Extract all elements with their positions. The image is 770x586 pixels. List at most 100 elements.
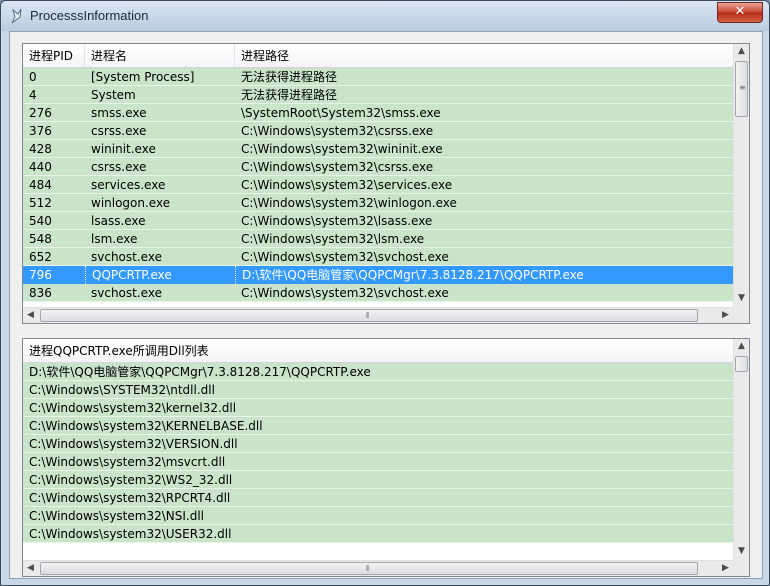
dll-row[interactable]: C:\Windows\system32\kernel32.dll: [23, 399, 734, 417]
hscroll-thumb[interactable]: ⦀: [40, 562, 698, 575]
dll-path-cell: C:\Windows\SYSTEM32\ntdll.dll: [29, 383, 215, 397]
process-list[interactable]: 进程PID 进程名 进程路径 0 [System Process] 无法获得进程路径…: [22, 43, 750, 324]
dll-list-header: 进程QQPCRTP.exe所调用Dll列表: [23, 339, 734, 363]
dll-path-cell: C:\Windows\system32\KERNELBASE.dll: [29, 419, 263, 433]
process-row[interactable]: 540 lsass.exe C:\Windows\system32\lsass.ex…: [23, 212, 734, 230]
app-window: ProcesssInformation ✕ 进程PID 进程名 进程路径 0 [S…: [0, 0, 770, 586]
vscroll-thumb[interactable]: [735, 356, 748, 372]
window-title: ProcesssInformation: [30, 8, 149, 23]
process-name-cell: services.exe: [91, 178, 166, 192]
column-header-pid[interactable]: 进程PID: [23, 44, 85, 67]
dll-path-cell: C:\Windows\system32\USER32.dll: [29, 527, 232, 541]
dll-rows: D:\软件\QQ电脑管家\QQPCMgr\7.3.8128.217\QQPCRT…: [23, 363, 734, 543]
thumb-grip-icon: ⦀: [366, 564, 370, 573]
process-path-cell: D:\软件\QQ电脑管家\QQPCMgr\7.3.8128.217\QQPCRT…: [235, 266, 734, 284]
process-pid-cell: 0: [29, 70, 37, 84]
process-row[interactable]: 652 svchost.exe C:\Windows\system32\svchos…: [23, 248, 734, 266]
process-row[interactable]: 512 winlogon.exe C:\Windows\system32\winlo…: [23, 194, 734, 212]
process-pid-cell: 548: [29, 232, 52, 246]
scroll-down-icon[interactable]: ▼: [734, 291, 749, 306]
process-pid-cell: 796: [29, 268, 52, 282]
process-row[interactable]: 4 System 无法获得进程路径: [23, 86, 734, 104]
dll-row[interactable]: C:\Windows\system32\KERNELBASE.dll: [23, 417, 734, 435]
scroll-up-icon[interactable]: ▲: [734, 339, 749, 354]
process-path-cell: C:\Windows\system32\svchost.exe: [241, 250, 449, 264]
dll-row[interactable]: C:\Windows\system32\VERSION.dll: [23, 435, 734, 453]
dll-path-cell: C:\Windows\system32\kernel32.dll: [29, 401, 237, 415]
process-row[interactable]: 484 services.exe C:\Windows\system32\servi…: [23, 176, 734, 194]
client-area: 进程PID 进程名 进程路径 0 [System Process] 无法获得进程路径…: [9, 31, 763, 579]
process-pid-cell: 836: [29, 286, 52, 300]
process-path-cell: C:\Windows\system32\svchost.exe: [241, 286, 449, 300]
process-list-vscrollbar[interactable]: ▲ ≡ ▼: [733, 44, 749, 308]
process-path-cell: C:\Windows\system32\csrss.exe: [241, 124, 434, 138]
process-row[interactable]: 276 smss.exe \SystemRoot\System32\smss.exe: [23, 104, 734, 122]
scroll-down-icon[interactable]: ▼: [734, 544, 749, 559]
process-name-cell: csrss.exe: [91, 160, 147, 174]
process-pid-cell: 540: [29, 214, 52, 228]
scroll-right-icon[interactable]: ▶: [718, 561, 733, 576]
process-row[interactable]: 0 [System Process] 无法获得进程路径: [23, 68, 734, 86]
thumb-grip-icon: ⦀: [366, 311, 370, 320]
process-path-cell: \SystemRoot\System32\smss.exe: [241, 106, 441, 120]
process-row[interactable]: 836 svchost.exe C:\Windows\system32\svchos…: [23, 284, 734, 302]
process-name-cell: lsass.exe: [91, 214, 146, 228]
hscroll-thumb[interactable]: ⦀: [40, 309, 698, 322]
process-list-hscrollbar[interactable]: ◀ ⦀ ▶: [23, 307, 734, 323]
process-path-cell: 无法获得进程路径: [241, 88, 338, 102]
process-path-cell: C:\Windows\system32\lsass.exe: [241, 214, 433, 228]
process-row[interactable]: 548 lsm.exe C:\Windows\system32\lsm.exe: [23, 230, 734, 248]
column-header-path[interactable]: 进程路径: [235, 44, 734, 67]
dll-path-cell: C:\Windows\system32\VERSION.dll: [29, 437, 238, 451]
process-path-cell: C:\Windows\system32\wininit.exe: [241, 142, 443, 156]
process-rows: 0 [System Process] 无法获得进程路径 4 System 无法获得进程路径…: [23, 68, 734, 302]
process-name-cell: csrss.exe: [91, 124, 147, 138]
dll-row[interactable]: C:\Windows\system32\RPCRT4.dll: [23, 489, 734, 507]
process-pid-cell: 652: [29, 250, 52, 264]
process-path-cell: C:\Windows\system32\lsm.exe: [241, 232, 425, 246]
title-bar[interactable]: ProcesssInformation ✕: [1, 1, 769, 31]
close-button[interactable]: ✕: [717, 2, 763, 23]
vscroll-thumb[interactable]: ≡: [735, 61, 748, 117]
process-row[interactable]: 428 wininit.exe C:\Windows\system32\winini…: [23, 140, 734, 158]
process-pid-cell: 512: [29, 196, 52, 210]
process-pid-cell: 276: [29, 106, 52, 120]
process-pid-cell: 376: [29, 124, 52, 138]
process-pid-cell: 4: [29, 88, 37, 102]
scroll-left-icon[interactable]: ◀: [23, 308, 38, 323]
process-path-cell: C:\Windows\system32\csrss.exe: [241, 160, 434, 174]
process-name-cell: smss.exe: [91, 106, 147, 120]
dll-row[interactable]: C:\Windows\system32\WS2_32.dll: [23, 471, 734, 489]
process-name-cell: svchost.exe: [91, 286, 162, 300]
process-row[interactable]: 376 csrss.exe C:\Windows\system32\csrss.ex…: [23, 122, 734, 140]
process-name-cell: [System Process]: [91, 70, 195, 84]
column-header-name[interactable]: 进程名: [85, 44, 235, 67]
scroll-corner: [734, 561, 749, 576]
process-list-header: 进程PID 进程名 进程路径: [23, 44, 734, 68]
dll-path-cell: C:\Windows\system32\msvcrt.dll: [29, 455, 226, 469]
column-header-dll[interactable]: 进程QQPCRTP.exe所调用Dll列表: [23, 339, 734, 362]
process-row-selected[interactable]: 796 QQPCRTP.exe D:\软件\QQ电脑管家\QQPCMgr\7.3.8…: [23, 266, 734, 284]
scroll-up-icon[interactable]: ▲: [734, 44, 749, 59]
dll-row[interactable]: C:\Windows\SYSTEM32\ntdll.dll: [23, 381, 734, 399]
process-path-cell: 无法获得进程路径: [241, 70, 338, 84]
process-path-cell: C:\Windows\system32\winlogon.exe: [241, 196, 457, 210]
dll-path-cell: C:\Windows\system32\NSI.dll: [29, 509, 205, 523]
dll-path-cell: C:\Windows\system32\RPCRT4.dll: [29, 491, 231, 505]
app-icon: [9, 8, 23, 24]
dll-list-hscrollbar[interactable]: ◀ ⦀ ▶: [23, 560, 734, 576]
dll-row[interactable]: C:\Windows\system32\USER32.dll: [23, 525, 734, 543]
scroll-left-icon[interactable]: ◀: [23, 561, 38, 576]
dll-row[interactable]: C:\Windows\system32\msvcrt.dll: [23, 453, 734, 471]
process-pid-cell: 440: [29, 160, 52, 174]
dll-path-cell: D:\软件\QQ电脑管家\QQPCMgr\7.3.8128.217\QQPCRT…: [29, 365, 371, 379]
dll-row[interactable]: C:\Windows\system32\NSI.dll: [23, 507, 734, 525]
dll-row[interactable]: D:\软件\QQ电脑管家\QQPCMgr\7.3.8128.217\QQPCRT…: [23, 363, 734, 381]
thumb-grip-icon: ≡: [739, 83, 746, 92]
dll-list-vscrollbar[interactable]: ▲ ▼: [733, 339, 749, 561]
scroll-right-icon[interactable]: ▶: [718, 308, 733, 323]
dll-list[interactable]: 进程QQPCRTP.exe所调用Dll列表 D:\软件\QQ电脑管家\QQPCM…: [22, 338, 750, 577]
dll-path-cell: C:\Windows\system32\WS2_32.dll: [29, 473, 233, 487]
process-path-cell: C:\Windows\system32\services.exe: [241, 178, 453, 192]
process-row[interactable]: 440 csrss.exe C:\Windows\system32\csrss.ex…: [23, 158, 734, 176]
